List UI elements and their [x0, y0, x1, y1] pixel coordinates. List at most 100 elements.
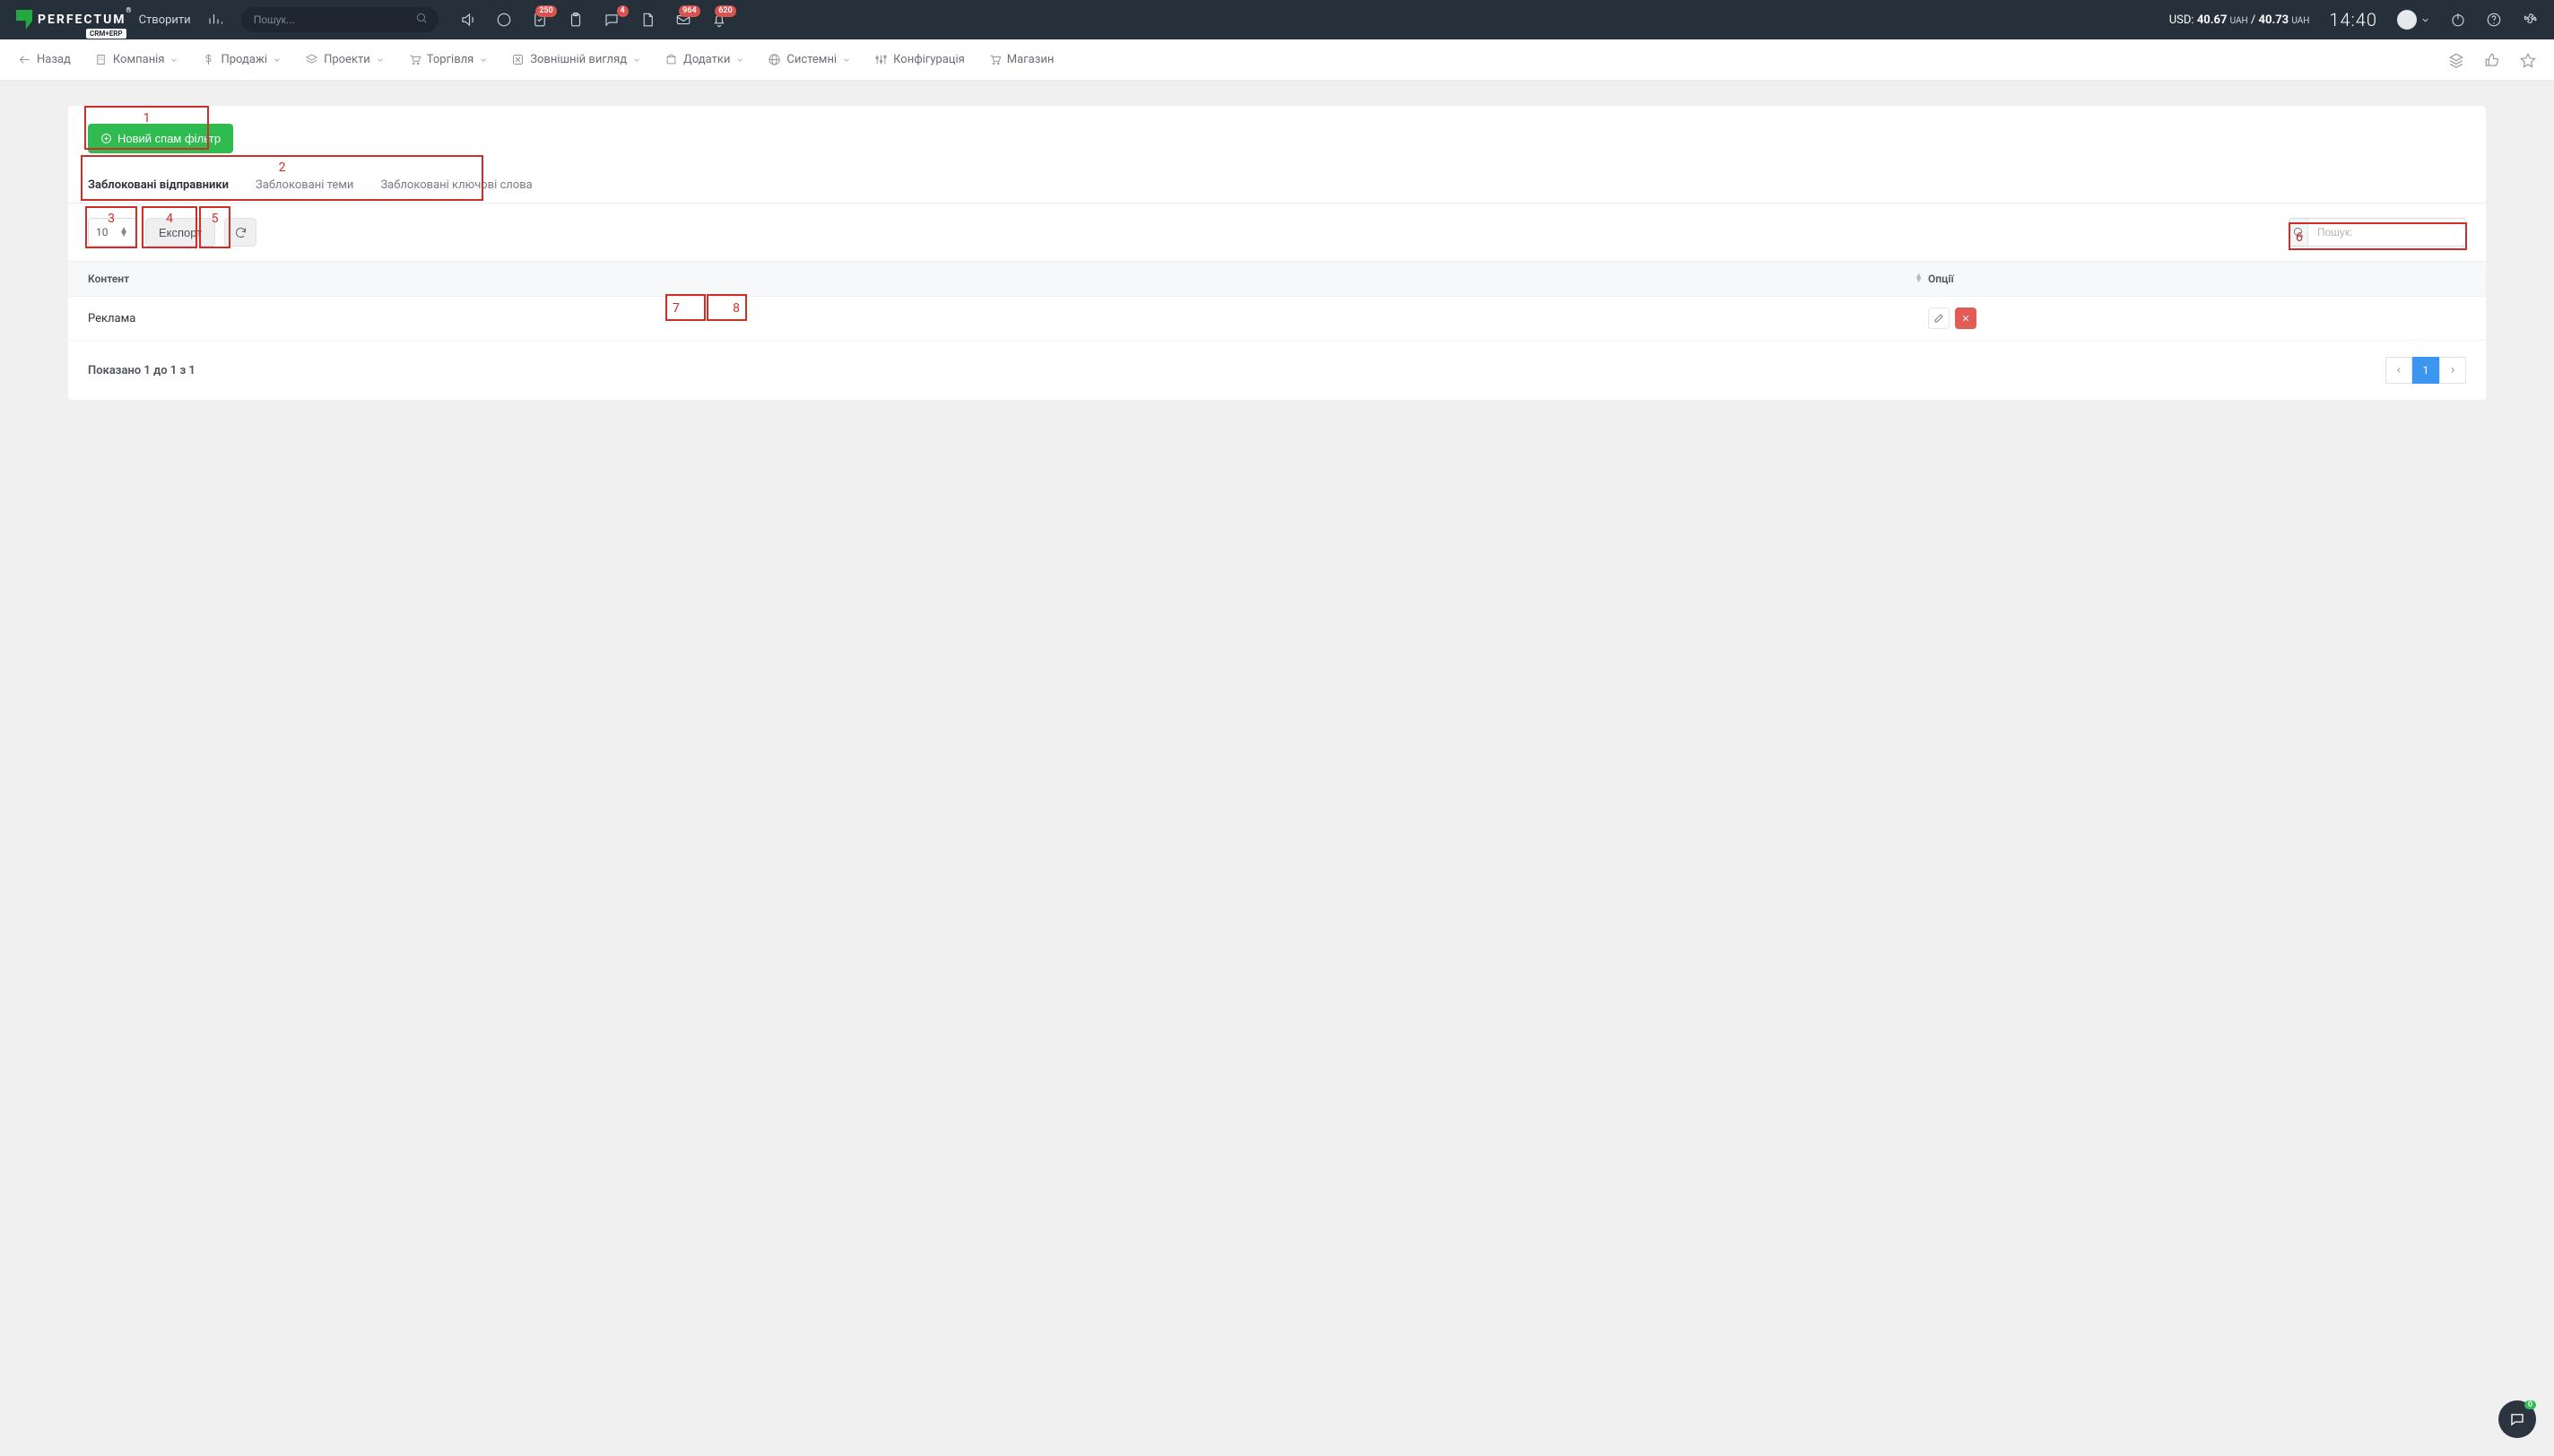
chevron-down-icon — [376, 56, 385, 65]
sliders-icon — [874, 53, 888, 66]
nav-label: Компанія — [113, 53, 165, 66]
mail-icon[interactable]: 964 — [675, 12, 691, 28]
nav-back[interactable]: Назад — [18, 53, 71, 66]
nav-label: Продажі — [221, 53, 267, 66]
page-number-button[interactable]: 1 — [2412, 357, 2439, 384]
nav-right-icons — [2448, 52, 2536, 68]
arrow-left-icon — [18, 53, 31, 66]
clipboard-icon[interactable] — [568, 12, 584, 28]
chevron-down-icon — [169, 56, 178, 65]
search-icon — [415, 12, 428, 28]
chevron-down-icon — [842, 56, 851, 65]
panel-top: Новий спам фільтр — [68, 106, 2486, 168]
page-prev-button[interactable] — [2385, 357, 2412, 384]
brand-registered-icon: ® — [126, 6, 133, 14]
chevron-down-icon — [273, 56, 282, 65]
tasks-icon[interactable]: 250 — [532, 12, 548, 28]
nav-label: Магазин — [1007, 53, 1055, 66]
nav-label: Торгівля — [427, 53, 474, 66]
create-label: Створити — [139, 13, 191, 27]
new-spam-filter-button[interactable]: Новий спам фільтр — [88, 124, 233, 153]
table-search-input[interactable] — [2308, 219, 2465, 246]
secondary-nav: Назад Компанія Продажі Проекти Торгівля … — [0, 39, 2554, 81]
table-search-button[interactable] — [2289, 219, 2308, 246]
global-search[interactable] — [241, 7, 439, 32]
help-icon[interactable] — [2486, 12, 2502, 28]
brand-logo[interactable]: PERFECTUM ® CRM+ERP — [16, 10, 126, 30]
palette-icon — [511, 53, 525, 66]
stats-icon[interactable] — [207, 12, 223, 28]
sort-indicator-icon: ▲▼ — [1915, 274, 1923, 283]
column-content-header[interactable]: Контент ▲▼ — [88, 273, 1928, 285]
edit-row-button[interactable] — [1928, 308, 1950, 329]
column-options-header: Опції — [1928, 273, 2466, 285]
thumbs-up-icon[interactable] — [2484, 52, 2500, 68]
chat-bubble-icon — [2509, 1411, 2525, 1427]
cell-content: Реклама — [88, 312, 135, 325]
tab-blocked-keywords[interactable]: Заблоковані ключові слова — [380, 168, 532, 203]
chevron-left-icon — [2394, 366, 2403, 375]
messages-badge: 4 — [617, 5, 629, 17]
shopping-icon — [988, 53, 1002, 66]
star-icon[interactable] — [2520, 52, 2536, 68]
currency-rate: USD: 40.67 UAH / 40.73 UAH — [2169, 13, 2310, 27]
chevron-right-icon — [2448, 366, 2457, 375]
chevron-down-icon — [2420, 15, 2430, 25]
table-footer: Показано 1 до 1 з 1 1 — [68, 341, 2486, 384]
plus-circle-icon — [100, 133, 112, 144]
tab-label: Заблоковані відправники — [88, 178, 229, 192]
bell-icon[interactable]: 620 — [711, 12, 727, 28]
page-next-button[interactable] — [2439, 357, 2466, 384]
global-search-input[interactable] — [241, 7, 439, 32]
nav-company[interactable]: Компанія — [94, 53, 179, 66]
refresh-icon — [234, 226, 248, 239]
nav-config[interactable]: Конфігурація — [874, 53, 965, 66]
brand-text: PERFECTUM — [38, 13, 126, 27]
clock-time: 14:40 — [2329, 9, 2377, 30]
nav-system[interactable]: Системні — [768, 53, 851, 66]
select-caret-icon: ▲▼ — [119, 228, 128, 237]
nav-addons[interactable]: Додатки — [665, 53, 744, 66]
page-size-value: 10 — [96, 226, 109, 238]
chevron-down-icon — [632, 56, 641, 65]
nav-appearance[interactable]: Зовнішній вигляд — [511, 53, 641, 66]
refresh-button[interactable] — [224, 218, 256, 247]
nav-commerce[interactable]: Торгівля — [408, 53, 489, 66]
volume-icon[interactable] — [460, 12, 476, 28]
page-number: 1 — [2423, 364, 2429, 377]
tasks-badge: 250 — [535, 5, 556, 17]
logo-mark-icon — [16, 10, 32, 30]
nav-projects[interactable]: Проекти — [305, 53, 385, 66]
column-label: Контент — [88, 273, 129, 285]
table-search[interactable] — [2289, 218, 2466, 247]
nav-store[interactable]: Магазин — [988, 53, 1055, 66]
dollar-icon — [202, 53, 215, 66]
tab-blocked-subjects[interactable]: Заблоковані теми — [256, 168, 353, 203]
nav-label: Додатки — [683, 53, 730, 66]
filter-tabs: Заблоковані відправники Заблоковані теми… — [68, 168, 2486, 204]
user-menu[interactable] — [2397, 10, 2430, 30]
messages-icon[interactable]: 4 — [604, 12, 620, 28]
support-chat-fab[interactable]: 0 — [2498, 1400, 2536, 1438]
page-body: 1 2 3 4 5 6 Новий спам фільтр Заблокован… — [0, 81, 2554, 425]
tab-label: Заблоковані ключові слова — [380, 178, 532, 192]
settings-icon[interactable] — [2522, 12, 2538, 28]
document-icon[interactable] — [639, 12, 656, 28]
power-icon[interactable] — [2450, 12, 2466, 28]
export-button[interactable]: Експорт — [145, 218, 215, 247]
layers-icon — [305, 53, 318, 66]
chevron-down-icon — [735, 56, 744, 65]
stack-icon[interactable] — [2448, 52, 2464, 68]
nav-sales[interactable]: Продажі — [202, 53, 282, 66]
tab-blocked-senders[interactable]: Заблоковані відправники — [88, 168, 229, 203]
table-row: Реклама 7 8 — [68, 297, 2486, 341]
create-dropdown[interactable]: Створити — [139, 13, 195, 27]
pagination: 1 — [2385, 357, 2466, 384]
chat-icon[interactable] — [496, 12, 512, 28]
table-toolbar: 10 ▲▼ Експорт — [68, 204, 2486, 247]
page-size-select[interactable]: 10 ▲▼ — [88, 218, 136, 247]
edit-icon — [1933, 313, 1944, 324]
tab-label: Заблоковані теми — [256, 178, 353, 192]
delete-row-button[interactable] — [1955, 308, 1976, 329]
bell-badge: 620 — [715, 5, 735, 17]
